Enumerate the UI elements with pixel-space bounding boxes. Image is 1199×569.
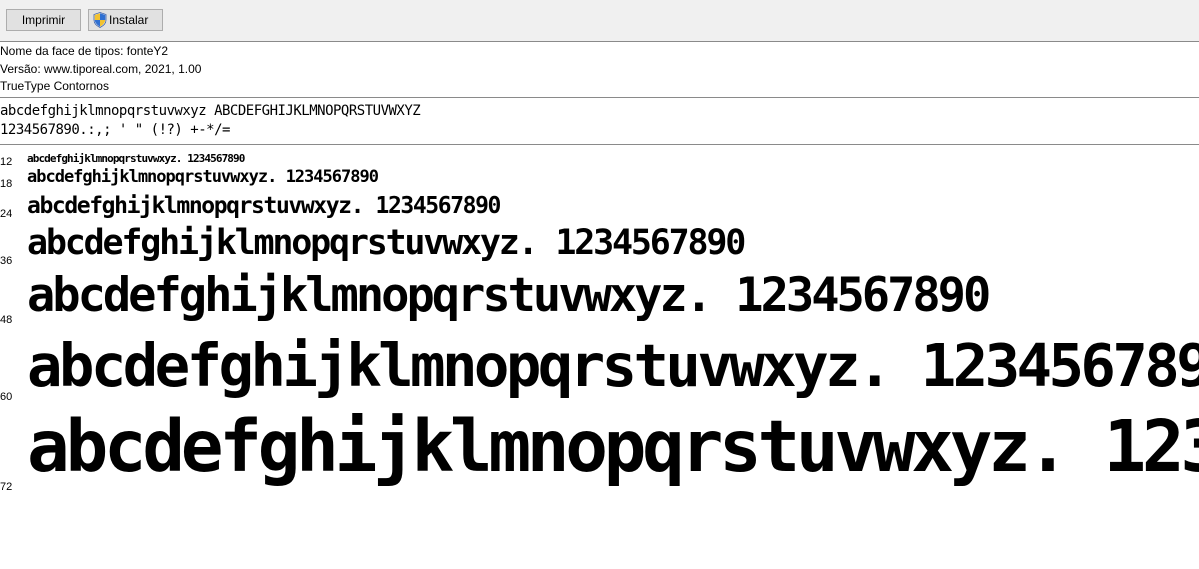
uac-shield-icon [93,11,107,28]
sample-row-48: 48 abcdefghijklmnopqrstuvwxyz. 123456789… [0,268,1199,335]
size-label: 60 [0,391,13,403]
toolbar: Imprimir Instalar [0,0,1199,42]
install-button-label: Instalar [109,13,149,27]
sample-text: abcdefghijklmnopqrstuvwxyz. 1234567890 [27,331,1199,400]
size-label: 36 [0,255,13,267]
font-version-line: Versão: www.tiporeal.com, 2021, 1.00 [0,61,202,76]
sample-row-12: 12 abcdefghijklmnopqrstuvwxyz. 123456789… [0,151,1199,168]
sample-text: abcdefghijklmnopqrstuvwxyz. 1234567890 [27,167,379,187]
sample-row-24: 24 abcdefghijklmnopqrstuvwxyz. 123456789… [0,193,1199,225]
font-info: Nome da face de tipos: fonteY2 Versão: w… [0,43,1199,98]
font-name-line: Nome da face de tipos: fonteY2 [0,44,169,58]
size-label: 48 [0,314,13,326]
sample-text: abcdefghijklmnopqrstuvwxyz. 1234567890 [27,405,1199,488]
install-button[interactable]: Instalar [88,9,163,31]
size-label: 18 [0,178,13,190]
sample-row-60: 60 abcdefghijklmnopqrstuvwxyz. 123456789… [0,331,1199,411]
sample-text: abcdefghijklmnopqrstuvwxyz. 1234567890 [27,268,991,323]
font-type-line: TrueType Contornos [0,79,109,93]
sample-text: abcdefghijklmnopqrstuvwxyz. 1234567890 [27,223,746,263]
sample-text: abcdefghijklmnopqrstuvwxyz. 1234567890 [27,152,245,165]
charset-line-letters: abcdefghijklmnopqrstuvwxyz ABCDEFGHIJKLM… [0,103,421,119]
size-samples: 12 abcdefghijklmnopqrstuvwxyz. 123456789… [0,147,1199,569]
sample-row-72: 72 abcdefghijklmnopqrstuvwxyz. 123456789… [0,405,1199,501]
print-button[interactable]: Imprimir [6,9,81,31]
charset-line-symbols: 1234567890.:,; ' " (!?) +-*/= [0,122,230,138]
character-set-preview: abcdefghijklmnopqrstuvwxyz ABCDEFGHIJKLM… [0,99,1199,145]
sample-text: abcdefghijklmnopqrstuvwxyz. 1234567890 [27,193,501,219]
sample-row-36: 36 abcdefghijklmnopqrstuvwxyz. 123456789… [0,223,1199,269]
size-label: 72 [0,481,13,493]
size-label: 24 [0,208,13,220]
sample-row-18: 18 abcdefghijklmnopqrstuvwxyz. 123456789… [0,167,1199,193]
